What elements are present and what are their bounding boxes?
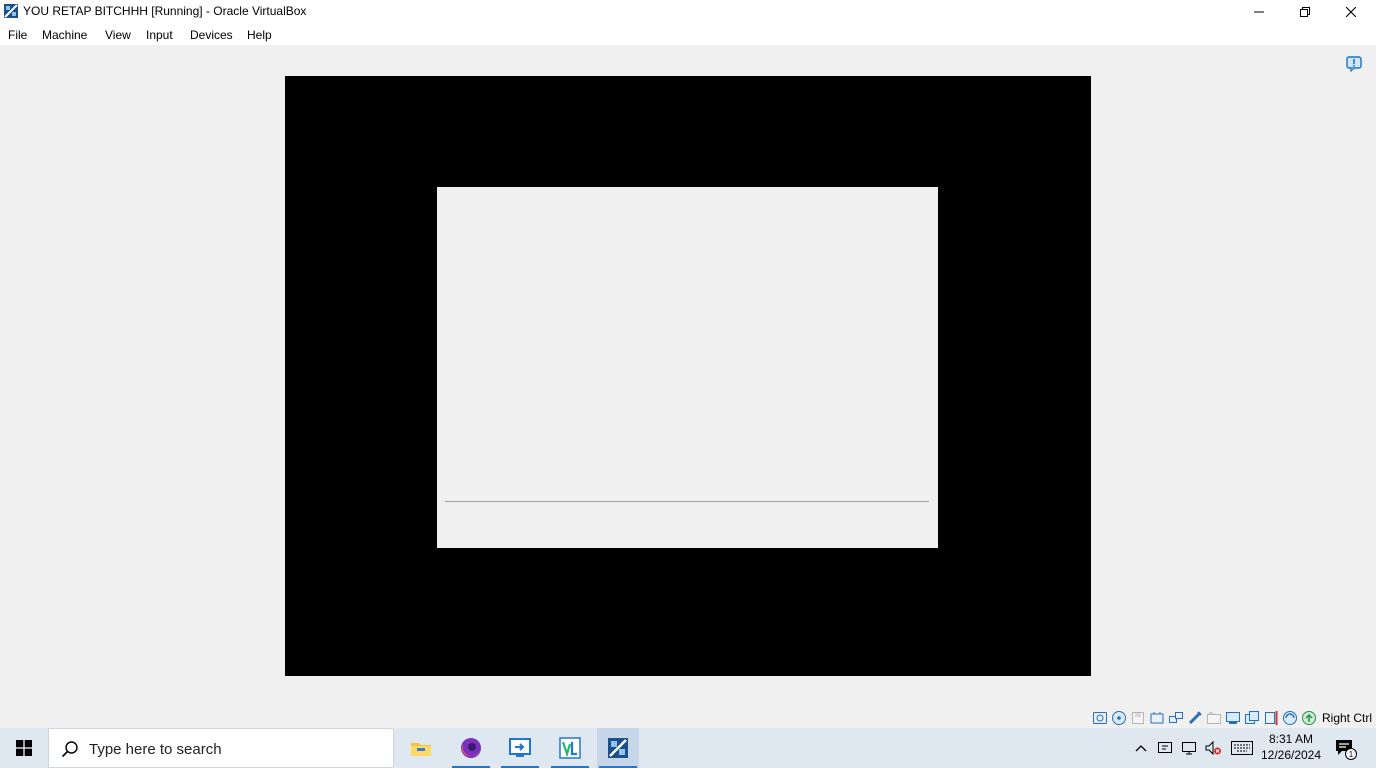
mouse-integration-icon[interactable] (1282, 710, 1298, 726)
recording-icon[interactable] (1244, 710, 1260, 726)
notification-message-icon[interactable] (1346, 56, 1362, 72)
remote-desktop-icon (509, 738, 531, 757)
window-title: YOU RETAP BITCHHH [Running] - Oracle Vir… (23, 4, 307, 18)
taskbar-file-explorer[interactable] (400, 728, 442, 768)
visual-studio-icon (559, 737, 581, 759)
clock-date: 12/26/2024 (1260, 748, 1322, 762)
menu-bar: File Machine View Input Devices Help (0, 24, 1376, 45)
title-bar: YOU RETAP BITCHHH [Running] - Oracle Vir… (0, 0, 1376, 24)
windows-logo-icon (16, 740, 32, 756)
notification-center-icon: 1 (1336, 740, 1357, 760)
virtualbox-icon (608, 738, 628, 758)
tray-volume[interactable] (1203, 728, 1223, 768)
action-center-button[interactable]: 1 (1330, 728, 1360, 768)
start-button[interactable] (0, 728, 48, 768)
vm-status-bar: Right Ctrl (1092, 709, 1372, 727)
usb-icon[interactable] (1187, 710, 1203, 726)
taskbar-clock[interactable]: 8:31 AM 12/26/2024 (1255, 731, 1327, 763)
audio-icon[interactable] (1149, 710, 1165, 726)
restore-icon (1300, 7, 1310, 17)
taskbar-search-box[interactable]: Type here to search (48, 728, 394, 768)
search-icon (61, 741, 78, 758)
volume-muted-icon (1205, 740, 1221, 756)
virtualbox-icon (4, 4, 18, 18)
tray-security[interactable] (1155, 728, 1175, 768)
network-icon[interactable] (1168, 710, 1184, 726)
close-button[interactable] (1328, 0, 1374, 24)
close-icon (1346, 7, 1356, 17)
file-explorer-icon (411, 743, 431, 756)
show-hidden-icons-button[interactable] (1132, 728, 1150, 768)
guest-window[interactable] (437, 187, 938, 548)
display-icon[interactable] (1225, 710, 1241, 726)
menu-view[interactable]: View (105, 28, 131, 42)
tray-input-method[interactable] (1228, 728, 1256, 768)
menu-machine[interactable]: Machine (42, 28, 87, 42)
minimize-icon (1254, 11, 1264, 13)
notification-count: 1 (1349, 750, 1354, 759)
hard-disk-icon[interactable] (1092, 710, 1108, 726)
taskbar-firefox[interactable] (450, 728, 492, 768)
keyboard-capture-icon[interactable] (1301, 710, 1317, 726)
floppy-icon[interactable] (1130, 710, 1146, 726)
taskbar-virtualbox[interactable] (597, 728, 639, 768)
menu-input[interactable]: Input (146, 28, 173, 42)
firefox-icon (461, 738, 481, 758)
optical-drive-icon[interactable] (1111, 710, 1127, 726)
search-placeholder: Type here to search (89, 741, 222, 758)
shared-folders-icon[interactable] (1206, 710, 1222, 726)
security-icon (1158, 742, 1172, 753)
chevron-up-icon (1135, 745, 1147, 752)
host-key-label: Right Ctrl (1322, 711, 1373, 725)
taskbar: Type here to search 8:31 AM 12/26/2024 1 (0, 728, 1376, 768)
taskbar-remote-desktop[interactable] (499, 728, 541, 768)
tray-network[interactable] (1179, 728, 1199, 768)
taskbar-visual-studio[interactable] (549, 728, 591, 768)
minimize-button[interactable] (1236, 0, 1282, 24)
keyboard-icon (1231, 741, 1253, 755)
menu-file[interactable]: File (8, 28, 27, 42)
menu-devices[interactable]: Devices (190, 28, 233, 42)
network-status-icon (1182, 742, 1196, 755)
menu-help[interactable]: Help (247, 28, 272, 42)
cpu-icon[interactable] (1263, 710, 1279, 726)
guest-divider (445, 501, 929, 502)
clock-time: 8:31 AM (1268, 732, 1314, 746)
restore-button[interactable] (1282, 0, 1328, 24)
